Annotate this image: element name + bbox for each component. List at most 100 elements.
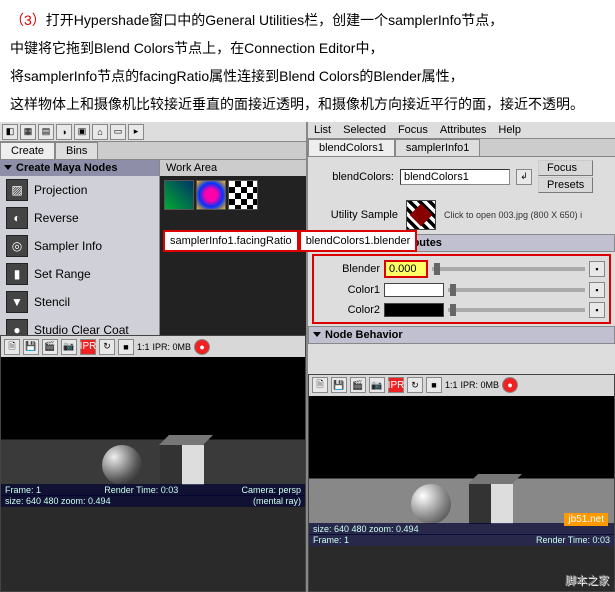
node-swatches [160, 176, 306, 214]
watermark-text: 脚本之家 [565, 572, 609, 588]
render-toolbar: 🗎 💾 🎬 📷 IPR ↻ ■ 1:1 IPR: 0MB ● [309, 375, 614, 396]
stop-icon[interactable]: ■ [426, 377, 442, 393]
camera-icon[interactable]: 📷 [369, 377, 385, 393]
menu-selected[interactable]: Selected [343, 124, 386, 136]
save-icon[interactable]: 💾 [23, 339, 39, 355]
menu-focus[interactable]: Focus [398, 124, 428, 136]
presets-button[interactable]: Presets [538, 177, 593, 193]
file-icon[interactable]: 🗎 [4, 339, 20, 355]
clapper-icon[interactable]: 🎬 [42, 339, 58, 355]
hypershade-tabs: Create Bins [0, 142, 306, 160]
work-area[interactable]: samplerInfo1.facingRatio blendColors1.bl… [160, 176, 306, 335]
reverse-icon: ◐ [6, 207, 28, 229]
section-node-behavior[interactable]: Node Behavior [308, 326, 615, 344]
annotation-row: samplerInfo1.facingRatio blendColors1.bl… [163, 230, 417, 252]
color2-row: Color2 ▪ [316, 300, 607, 320]
render-toolbar: 🗎 💾 🎬 📷 IPR ↻ ■ 1:1 IPR: 0MB ● [1, 336, 305, 357]
work-area-title: Work Area [160, 160, 306, 176]
render-canvas[interactable]: size: 640 480 zoom: 0.494 Frame: 1 Rende… [309, 396, 614, 546]
tab-bins[interactable]: Bins [55, 142, 98, 159]
focus-button[interactable]: Focus [538, 160, 593, 176]
swatch[interactable] [196, 180, 226, 210]
ipr-size: IPR: 0MB [153, 342, 192, 352]
node-reverse[interactable]: ◐Reverse [0, 204, 159, 232]
tool-icon[interactable]: ▤ [38, 124, 54, 140]
color2-label: Color2 [318, 304, 380, 316]
hypershade-toolbar: ◧ ▦ ▤ ◑ ▣ ⌂ ▭ ▸ [0, 122, 306, 142]
tab-blendcolors[interactable]: blendColors1 [308, 139, 395, 156]
blender-slider[interactable] [432, 267, 585, 271]
ipr-size: IPR: 0MB [461, 380, 500, 390]
menu-list[interactable]: List [314, 124, 331, 136]
file-icon[interactable]: 🗎 [312, 377, 328, 393]
tool-icon[interactable]: ▦ [20, 124, 36, 140]
blend-color-attr-block: Blender 0.000 ▪ Color1 ▪ Color2 ▪ [312, 254, 611, 324]
render-view-left: 🗎 💾 🎬 📷 IPR ↻ ■ 1:1 IPR: 0MB ● size: 640… [0, 335, 306, 592]
attribute-editor-panel: List Selected Focus Attributes Help blen… [308, 122, 615, 592]
tab-samplerinfo[interactable]: samplerInfo1 [395, 139, 481, 156]
blender-label: Blender [318, 263, 380, 275]
ratio-label: 1:1 [137, 342, 150, 352]
render-status2: Frame: 1 Render Time: 0:03 Camera: persp [1, 484, 305, 496]
blender-value[interactable]: 0.000 [384, 260, 428, 278]
utility-sample-label: Utility Sample [318, 209, 398, 221]
cube-shape [469, 484, 513, 524]
ipr-button[interactable]: IPR [388, 377, 404, 393]
color1-swatch[interactable] [384, 283, 444, 297]
color2-swatch[interactable] [384, 303, 444, 317]
name-row: blendColors: ↲ Focus Presets [308, 157, 615, 196]
menu-attributes[interactable]: Attributes [440, 124, 486, 136]
node-set-range[interactable]: ▮Set Range [0, 260, 159, 288]
annot-facing-ratio: samplerInfo1.facingRatio [163, 230, 299, 252]
map-icon[interactable]: ▪ [589, 261, 605, 277]
goto-icon[interactable]: ↲ [516, 169, 532, 185]
blender-row: Blender 0.000 ▪ [316, 258, 607, 280]
tool-icon[interactable]: ▭ [110, 124, 126, 140]
stencil-icon: ▼ [6, 291, 28, 313]
scene-objects [411, 484, 513, 524]
node-name-input[interactable] [400, 169, 510, 185]
refresh-icon[interactable]: ↻ [407, 377, 423, 393]
tool-icon[interactable]: ▸ [128, 124, 144, 140]
color1-label: Color1 [318, 284, 380, 296]
thumbnail-note: Click to open 003.jpg (800 X 650) i [444, 210, 582, 220]
utility-sample-swatch[interactable] [406, 200, 436, 230]
save-icon[interactable]: 💾 [331, 377, 347, 393]
node-stencil[interactable]: ▼Stencil [0, 288, 159, 316]
camera-icon[interactable]: 📷 [61, 339, 77, 355]
tool-icon[interactable]: ◧ [2, 124, 18, 140]
swatch[interactable] [164, 180, 194, 210]
map-icon[interactable]: ▪ [589, 302, 605, 318]
node-sampler-info[interactable]: ◎Sampler Info [0, 232, 159, 260]
tool-icon[interactable]: ◑ [56, 124, 72, 140]
app-area: ◧ ▦ ▤ ◑ ▣ ⌂ ▭ ▸ Create Bins Create Maya … [0, 122, 615, 592]
ae-tabs: blendColors1 samplerInfo1 [308, 139, 615, 157]
color2-slider[interactable] [448, 308, 585, 312]
render-status: size: 640 480 zoom: 0.494 (mental ray) [1, 495, 305, 507]
name-label: blendColors: [314, 171, 394, 183]
utility-sample-row: Utility Sample Click to open 003.jpg (80… [308, 196, 615, 234]
cube-shape [160, 445, 204, 485]
ipr-dot[interactable]: ● [194, 339, 210, 355]
render-status2: Frame: 1 Render Time: 0:03 [309, 534, 614, 546]
color1-slider[interactable] [448, 288, 585, 292]
clapper-icon[interactable]: 🎬 [350, 377, 366, 393]
node-projection[interactable]: ▨Projection [0, 176, 159, 204]
setrange-icon: ▮ [6, 263, 28, 285]
ipr-button[interactable]: IPR [80, 339, 96, 355]
tab-create[interactable]: Create [0, 142, 55, 159]
menu-help[interactable]: Help [498, 124, 521, 136]
create-nodes-header[interactable]: Create Maya Nodes [0, 160, 159, 176]
ratio-label: 1:1 [445, 380, 458, 390]
refresh-icon[interactable]: ↻ [99, 339, 115, 355]
render-canvas[interactable]: size: 640 480 zoom: 0.494 (mental ray) F… [1, 357, 305, 507]
swatch[interactable] [228, 180, 258, 210]
tool-icon[interactable]: ▣ [74, 124, 90, 140]
stop-icon[interactable]: ■ [118, 339, 134, 355]
color1-row: Color1 ▪ [316, 280, 607, 300]
ipr-dot[interactable]: ● [502, 377, 518, 393]
hypershade-panel: ◧ ▦ ▤ ◑ ▣ ⌂ ▭ ▸ Create Bins Create Maya … [0, 122, 308, 592]
map-icon[interactable]: ▪ [589, 282, 605, 298]
create-nodes-list: Create Maya Nodes ▨Projection ◐Reverse ◎… [0, 160, 160, 335]
tool-icon[interactable]: ⌂ [92, 124, 108, 140]
